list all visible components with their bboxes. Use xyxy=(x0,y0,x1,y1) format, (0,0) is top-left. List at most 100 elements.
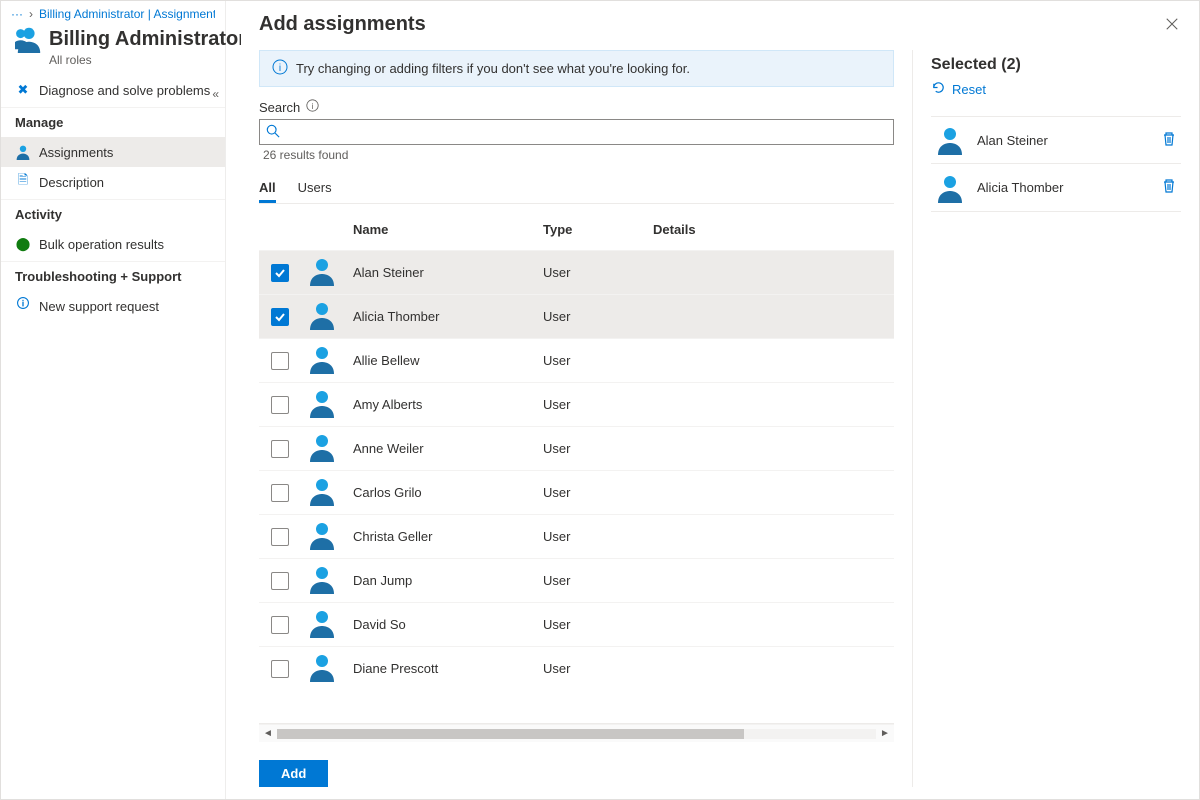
svg-text:i: i xyxy=(279,63,281,74)
trash-icon[interactable] xyxy=(1161,178,1181,197)
cell-name: Alicia Thomber xyxy=(353,309,543,324)
person-icon xyxy=(307,450,337,465)
search-input[interactable] xyxy=(280,124,887,141)
col-name[interactable]: Name xyxy=(353,222,543,237)
table-row[interactable]: Diane PrescottUser xyxy=(259,646,894,690)
cell-type: User xyxy=(543,617,653,632)
table-row[interactable]: Anne WeilerUser xyxy=(259,426,894,470)
document-icon: 🗎 xyxy=(15,174,31,190)
person-icon xyxy=(307,582,337,597)
nav-support-label: New support request xyxy=(39,299,159,314)
panel-title: Add assignments xyxy=(259,13,426,36)
person-icon xyxy=(307,670,337,685)
info-icon: i xyxy=(272,59,288,78)
selected-item: Alan Steiner xyxy=(931,116,1181,164)
table-row[interactable]: Christa GellerUser xyxy=(259,514,894,558)
breadcrumb-item[interactable]: Billing Administrator | Assignments xyxy=(39,7,215,21)
nav-diagnose[interactable]: ✖ Diagnose and solve problems xyxy=(1,75,225,105)
tab-users[interactable]: Users xyxy=(298,174,332,203)
nav-header-activity: Activity xyxy=(1,199,225,229)
nav-bulk-results[interactable]: ⬤ Bulk operation results xyxy=(1,229,225,259)
horizontal-scrollbar[interactable]: ◄ ► xyxy=(259,724,894,742)
scroll-right-icon[interactable]: ► xyxy=(876,728,894,739)
row-checkbox[interactable] xyxy=(271,660,289,678)
person-check-icon xyxy=(15,144,31,160)
selected-name: Alicia Thomber xyxy=(977,180,1149,195)
cell-name: Allie Bellew xyxy=(353,353,543,368)
table-row[interactable]: Dan JumpUser xyxy=(259,558,894,602)
table-row[interactable]: Alan SteinerUser xyxy=(259,250,894,294)
svg-text:i: i xyxy=(312,102,314,111)
cell-type: User xyxy=(543,661,653,676)
reset-button[interactable]: Reset xyxy=(931,80,1181,98)
table-row[interactable]: Amy AlbertsUser xyxy=(259,382,894,426)
row-checkbox[interactable] xyxy=(271,396,289,414)
row-checkbox[interactable] xyxy=(271,616,289,634)
table-header: Name Type Details xyxy=(259,208,894,250)
person-icon xyxy=(935,125,965,155)
cell-type: User xyxy=(543,309,653,324)
collapse-icon[interactable]: « xyxy=(212,87,219,101)
trash-icon[interactable] xyxy=(1161,131,1181,150)
info-icon[interactable]: i xyxy=(306,99,319,115)
person-icon xyxy=(307,538,337,553)
breadcrumb: ··· › Billing Administrator | Assignment… xyxy=(1,1,225,21)
cell-type: User xyxy=(543,485,653,500)
wrench-icon: ✖ xyxy=(15,82,31,98)
table-row[interactable]: Alicia ThomberUser xyxy=(259,294,894,338)
person-icon xyxy=(307,626,337,641)
person-icon xyxy=(307,362,337,377)
page-subtitle: All roles xyxy=(49,53,225,67)
tab-all[interactable]: All xyxy=(259,174,276,203)
people-green-icon: ⬤ xyxy=(15,236,31,252)
undo-icon xyxy=(931,80,946,98)
row-checkbox[interactable] xyxy=(271,528,289,546)
row-checkbox[interactable] xyxy=(271,308,289,326)
row-checkbox[interactable] xyxy=(271,484,289,502)
row-checkbox[interactable] xyxy=(271,572,289,590)
cell-type: User xyxy=(543,573,653,588)
cell-type: User xyxy=(543,397,653,412)
nav-assignments-label: Assignments xyxy=(39,145,113,160)
info-text: Try changing or adding filters if you do… xyxy=(296,61,690,76)
cell-name: Anne Weiler xyxy=(353,441,543,456)
nav-header-manage: Manage xyxy=(1,107,225,137)
row-checkbox[interactable] xyxy=(271,264,289,282)
support-icon: 🛈 xyxy=(15,298,31,314)
breadcrumb-ellipsis[interactable]: ··· xyxy=(11,7,23,21)
row-checkbox[interactable] xyxy=(271,440,289,458)
add-button[interactable]: Add xyxy=(259,760,328,787)
person-icon xyxy=(307,318,337,333)
table-row[interactable]: David SoUser xyxy=(259,602,894,646)
cell-name: David So xyxy=(353,617,543,632)
cell-name: Alan Steiner xyxy=(353,265,543,280)
cell-name: Diane Prescott xyxy=(353,661,543,676)
search-icon xyxy=(266,124,280,141)
search-input-wrapper[interactable] xyxy=(259,119,894,145)
chevron-right-icon: › xyxy=(29,7,33,21)
table-row[interactable]: Carlos GriloUser xyxy=(259,470,894,514)
cell-name: Amy Alberts xyxy=(353,397,543,412)
col-type[interactable]: Type xyxy=(543,222,653,237)
person-icon xyxy=(935,173,965,203)
table-row[interactable]: Allie BellewUser xyxy=(259,338,894,382)
nav-new-support[interactable]: 🛈 New support request xyxy=(1,291,225,321)
row-checkbox[interactable] xyxy=(271,352,289,370)
nav-bulk-label: Bulk operation results xyxy=(39,237,164,252)
col-details[interactable]: Details xyxy=(653,222,894,237)
add-assignments-panel: Add assignments i Try changing or adding… xyxy=(241,1,1199,799)
nav-description[interactable]: 🗎 Description xyxy=(1,167,225,197)
selected-title: Selected (2) xyxy=(931,56,1181,74)
info-bar: i Try changing or adding filters if you … xyxy=(259,50,894,87)
cell-type: User xyxy=(543,441,653,456)
scroll-left-icon[interactable]: ◄ xyxy=(259,728,277,739)
reset-label: Reset xyxy=(952,82,986,97)
cell-type: User xyxy=(543,353,653,368)
cell-type: User xyxy=(543,265,653,280)
close-icon[interactable] xyxy=(1165,17,1181,33)
search-label: Search xyxy=(259,100,300,115)
cell-name: Dan Jump xyxy=(353,573,543,588)
page-title: Billing Administrator xyxy=(49,28,246,51)
person-icon xyxy=(307,494,337,509)
nav-assignments[interactable]: Assignments xyxy=(1,137,225,167)
